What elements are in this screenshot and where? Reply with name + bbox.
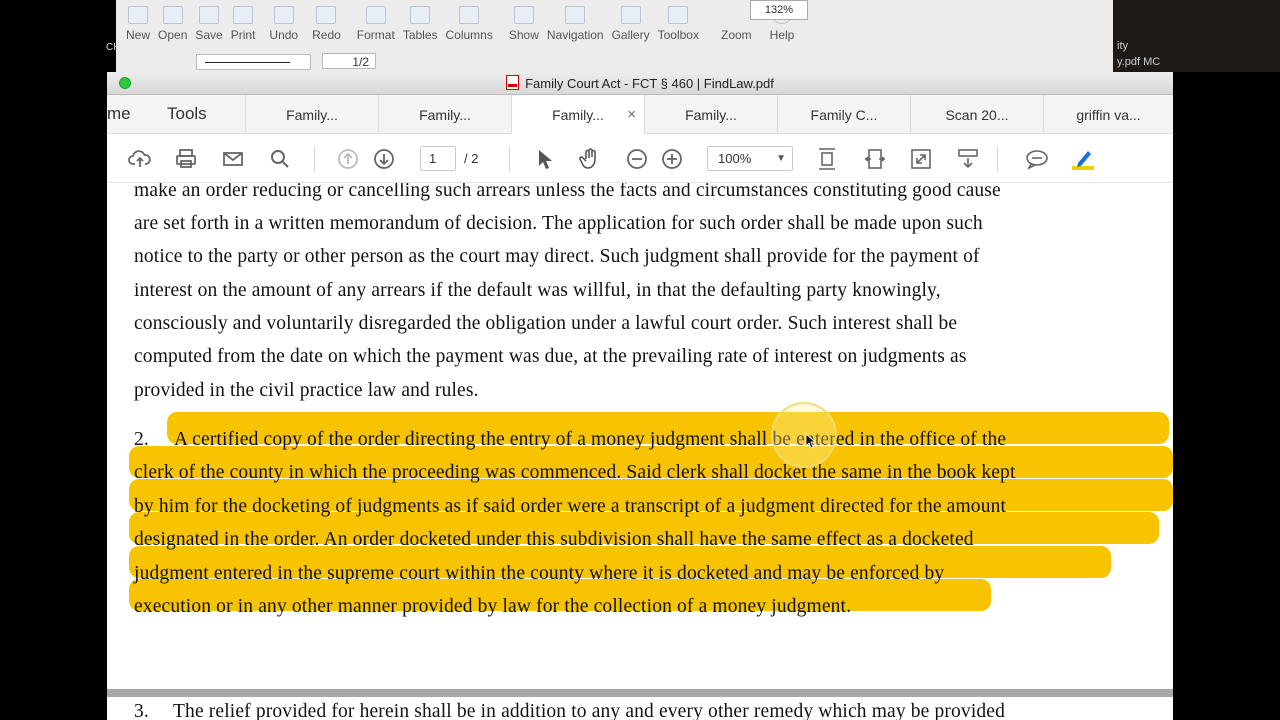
toolbox-icon [668, 6, 689, 24]
paragraph-number: 3. [134, 701, 149, 720]
chevron-down-icon: ▼ [776, 153, 786, 164]
select-cursor-icon[interactable] [531, 146, 557, 172]
document-text-line: computed from the date on which the paym… [134, 346, 967, 367]
background-page-indicator: 1/2 [322, 53, 376, 69]
highlighted-text-line: A certified copy of the order directing … [174, 429, 1007, 450]
document-text-line: make an order reducing or cancelling suc… [134, 183, 1001, 201]
highlighted-text-line: judgment entered in the supreme court wi… [134, 563, 945, 584]
page-total: / 2 [464, 151, 479, 166]
background-zoom-field[interactable]: 132% [750, 0, 808, 20]
toolbar-divider [509, 146, 510, 172]
previous-page-icon[interactable] [335, 146, 361, 172]
paragraph-number: 2. [134, 429, 149, 450]
close-tab-icon[interactable]: × [627, 95, 636, 135]
tables-icon [410, 6, 431, 24]
email-icon[interactable] [220, 146, 246, 172]
gallery-icon [620, 6, 641, 24]
tab-bar: me Tools Family... Family... Family... × … [107, 95, 1173, 134]
next-page-icon[interactable] [371, 146, 397, 172]
document-text-line: are set forth in a written memorandum of… [134, 213, 983, 234]
page-break [107, 689, 1173, 697]
document-tab[interactable]: Family... [378, 95, 511, 133]
format-icon [365, 6, 386, 24]
document-page: make an order reducing or cancelling suc… [107, 183, 1173, 720]
page-number-input[interactable]: 1 [420, 146, 456, 171]
full-screen-icon[interactable] [908, 146, 934, 172]
document-tab[interactable]: griffin va... [1043, 95, 1173, 133]
toolbar-divider [997, 146, 998, 172]
navigation-button[interactable]: Navigation [543, 0, 608, 42]
background-toolbar: New Open Save Print Undo Redo Format Tab… [122, 0, 798, 44]
highlighted-text-line: execution or in any other manner provide… [134, 596, 852, 617]
document-tab[interactable]: Family C... [777, 95, 910, 133]
print-button[interactable]: Print [227, 0, 260, 42]
tab-home[interactable]: me [107, 95, 131, 133]
document-tab-active[interactable]: Family... × [511, 95, 644, 134]
document-text-line: notice to the party or other person as t… [134, 246, 980, 267]
redo-button[interactable]: Redo [308, 0, 345, 42]
highlighted-text-line: designated in the order. An order docket… [134, 529, 974, 550]
pdf-toolbar: 1 / 2 100% ▼ [107, 134, 1173, 183]
save-button[interactable]: Save [191, 0, 226, 42]
format-button[interactable]: Format [353, 0, 399, 42]
highlighted-text-line: by him for the docketing of judgments as… [134, 496, 1007, 517]
undo-icon [273, 6, 294, 24]
document-text-line: interest on the amount of any arrears if… [134, 280, 941, 301]
pilcrow-icon [513, 6, 534, 24]
new-button[interactable]: New [122, 0, 154, 42]
hand-tool-icon[interactable] [577, 146, 603, 172]
cursor-highlight-ring [771, 402, 837, 468]
background-format-bar: 1/2 [116, 50, 1113, 74]
document-text-line: provided in the civil practice law and r… [134, 380, 479, 401]
document-tab[interactable]: Family... [245, 95, 378, 133]
redo-icon [316, 6, 337, 24]
toolbox-button[interactable]: Toolbox [654, 0, 703, 42]
document-text-line: The relief provided for herein shall be … [173, 701, 1006, 720]
mouse-cursor-icon [805, 433, 817, 449]
upload-icon[interactable] [127, 146, 153, 172]
fit-page-icon[interactable] [814, 146, 840, 172]
document-tab[interactable]: Family... [644, 95, 777, 133]
print-icon [233, 6, 254, 24]
desktop-file-label: y.pdf MC [1117, 56, 1161, 68]
toolbar-divider [314, 146, 315, 172]
highlighted-text-line: clerk of the county in which the proceed… [134, 462, 1016, 483]
tables-button[interactable]: Tables [399, 0, 442, 42]
tab-tools[interactable]: Tools [167, 95, 207, 133]
undo-button[interactable]: Undo [265, 0, 302, 42]
document-tab[interactable]: Scan 20... [910, 95, 1043, 133]
navigation-icon [565, 6, 586, 24]
document-text-line: consciously and voluntarily disregarded … [134, 313, 958, 334]
open-icon [162, 6, 183, 24]
pdf-file-icon [506, 75, 520, 90]
zoom-out-icon[interactable] [624, 146, 650, 172]
gallery-button[interactable]: Gallery [608, 0, 654, 42]
columns-button[interactable]: Columns [442, 0, 497, 42]
show-button[interactable]: Show [505, 0, 543, 42]
save-icon [199, 6, 220, 24]
background-desktop-right: ity y.pdf MC [1113, 0, 1280, 72]
background-app-window: New Open Save Print Undo Redo Format Tab… [116, 0, 1113, 73]
comment-icon[interactable] [1024, 146, 1050, 172]
zoom-select[interactable]: 100% ▼ [707, 146, 793, 171]
columns-icon [459, 6, 480, 24]
desktop-file-label: ity [1117, 40, 1128, 52]
new-icon [128, 6, 148, 24]
open-button[interactable]: Open [154, 0, 191, 42]
zoom-in-icon[interactable] [659, 146, 685, 172]
fit-width-icon[interactable] [862, 146, 888, 172]
title-bar: Family Court Act - FCT § 460 | FindLaw.p… [107, 72, 1173, 95]
search-icon[interactable] [267, 146, 293, 172]
pdf-viewer-window: Family Court Act - FCT § 460 | FindLaw.p… [107, 72, 1173, 720]
scroll-mode-icon[interactable] [955, 146, 981, 172]
window-title: Family Court Act - FCT § 460 | FindLaw.p… [525, 76, 774, 91]
line-style-select[interactable] [196, 54, 311, 70]
print-icon[interactable] [173, 146, 199, 172]
background-left-text: CH [106, 42, 121, 53]
highlight-icon[interactable] [1070, 146, 1096, 172]
